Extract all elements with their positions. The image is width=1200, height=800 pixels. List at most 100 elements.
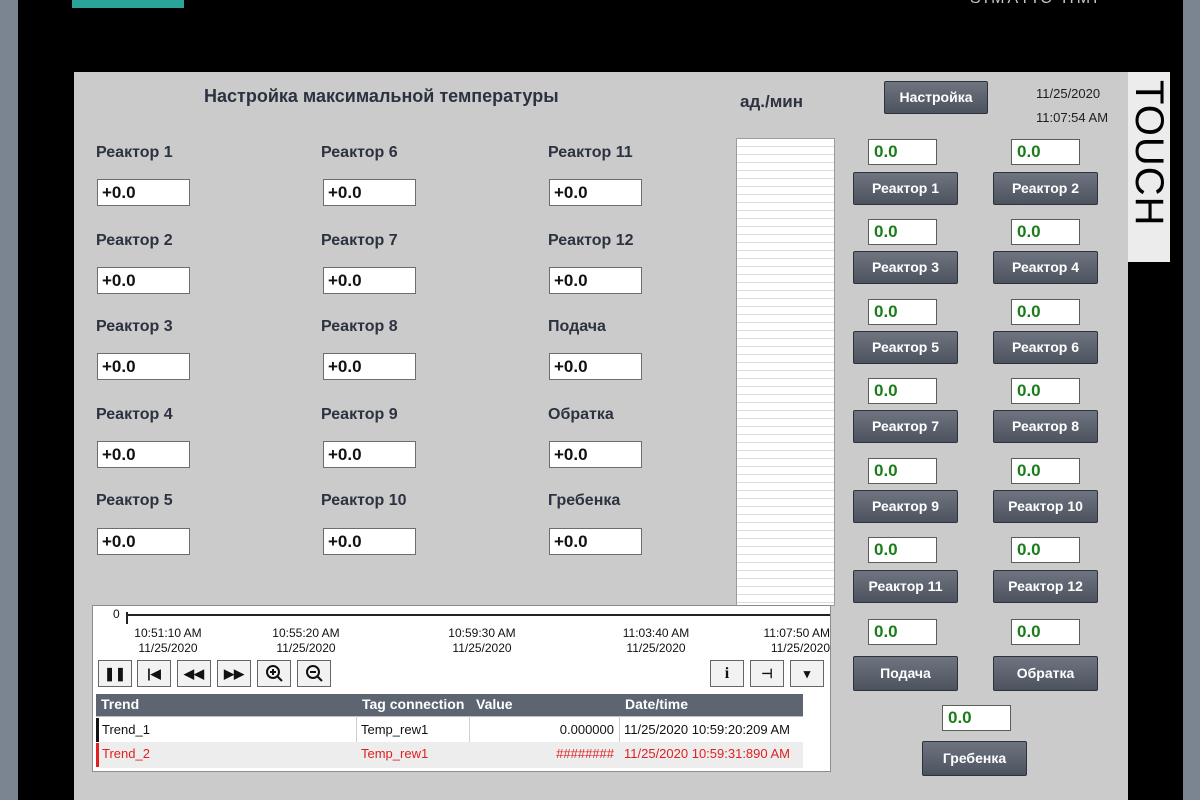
channel-button[interactable]: Реактор 11	[853, 570, 958, 603]
setpoint-label: Реактор 5	[96, 492, 173, 509]
channel-value: 0.0	[1011, 619, 1080, 645]
ruler-icon: ⊣	[761, 666, 773, 681]
rewind-icon: ◀◀	[184, 666, 204, 681]
channel-value: 0.0	[868, 219, 937, 245]
axis-tick-label: 10:55:20 AM 11/25/2020	[272, 626, 340, 655]
column-header: Trend	[101, 696, 140, 712]
first-page-button[interactable]: |◀	[137, 660, 171, 687]
setpoint-label: Реактор 3	[96, 318, 173, 335]
setpoint-input[interactable]: +0.0	[323, 528, 416, 555]
channel-value: 0.0	[942, 705, 1011, 731]
setpoint-input[interactable]: +0.0	[323, 441, 416, 468]
bezel-left	[0, 0, 18, 800]
current-date: 11/25/2020	[1036, 86, 1101, 101]
channel-button[interactable]: Гребенка	[922, 741, 1027, 776]
menu-button[interactable]: ▾	[790, 660, 824, 687]
page-title: Настройка максимальной температуры	[204, 86, 559, 106]
menu-icon: ▾	[803, 666, 811, 681]
forward-icon: ▶▶	[224, 666, 244, 681]
trend-value: 0.000000	[559, 722, 614, 737]
channel-value: 0.0	[868, 458, 937, 484]
axis-tick-label: 11:03:40 AM 11/25/2020	[622, 626, 690, 655]
setpoint-input[interactable]: +0.0	[549, 353, 642, 380]
channel-value: 0.0	[1011, 378, 1080, 404]
column-header: Date/time	[625, 696, 689, 712]
trend-tag: Temp_rew1	[361, 746, 429, 761]
channel-button[interactable]: Реактор 7	[853, 410, 958, 443]
setpoint-input[interactable]: +0.0	[323, 179, 416, 206]
channel-value: 0.0	[1011, 219, 1080, 245]
settings-button[interactable]: Настройка	[884, 81, 988, 114]
trend-datetime: 11/25/2020 10:59:31:890 AM	[624, 746, 791, 761]
setpoint-label: Обратка	[548, 406, 614, 423]
trend-axis-origin	[126, 612, 128, 624]
setpoint-label: Реактор 6	[321, 144, 398, 161]
bezel-right	[1183, 0, 1200, 800]
trend-datetime: 11/25/2020 10:59:20:209 AM	[624, 722, 791, 737]
rewind-button[interactable]: ◀◀	[177, 660, 211, 687]
channel-button[interactable]: Реактор 1	[853, 172, 958, 205]
trend-tag: Temp_rew1	[361, 722, 429, 737]
setpoint-input[interactable]: +0.0	[323, 267, 416, 294]
ruler-button[interactable]: ⊣	[750, 660, 784, 687]
zoom-in-icon	[266, 665, 283, 682]
setpoint-input[interactable]: +0.0	[97, 353, 190, 380]
setpoint-input[interactable]: +0.0	[323, 353, 416, 380]
trend-table-header: Trend Tag connection Value Date/time	[96, 694, 803, 716]
setpoint-label: Реактор 7	[321, 232, 398, 249]
channel-value: 0.0	[868, 139, 937, 165]
setpoint-label: Реактор 11	[548, 144, 633, 161]
info-icon: i	[724, 665, 730, 682]
channel-button[interactable]: Обратка	[993, 656, 1098, 691]
channel-button[interactable]: Реактор 8	[993, 410, 1098, 443]
trend-y-zero: 0	[113, 607, 120, 621]
setpoint-label: Реактор 4	[96, 406, 173, 423]
bar-graph	[736, 138, 835, 606]
channel-button[interactable]: Реактор 12	[993, 570, 1098, 603]
units-label: ад./мин	[740, 92, 803, 111]
channel-button[interactable]: Реактор 5	[853, 331, 958, 364]
axis-tick-label: 10:51:10 AM 11/25/2020	[134, 626, 202, 655]
touch-text: TOUCH	[1127, 80, 1171, 227]
channel-button[interactable]: Реактор 4	[993, 251, 1098, 284]
channel-value: 0.0	[1011, 139, 1080, 165]
column-header: Value	[476, 696, 513, 712]
setpoint-label: Реактор 1	[96, 144, 173, 161]
column-header: Tag connection	[362, 696, 465, 712]
trend-name: Trend_1	[102, 722, 150, 737]
zoom-in-button[interactable]	[257, 660, 291, 687]
info-button[interactable]: i	[710, 660, 744, 687]
axis-tick-label: 11:07:50 AM 11/25/2020	[763, 626, 831, 655]
setpoint-label: Гребенка	[548, 492, 621, 509]
zoom-out-icon	[306, 665, 323, 682]
channel-button[interactable]: Реактор 2	[993, 172, 1098, 205]
setpoint-input[interactable]: +0.0	[97, 528, 190, 555]
setpoint-input[interactable]: +0.0	[549, 267, 642, 294]
channel-button[interactable]: Реактор 6	[993, 331, 1098, 364]
channel-value: 0.0	[868, 299, 937, 325]
forward-button[interactable]: ▶▶	[217, 660, 251, 687]
setpoint-input[interactable]: +0.0	[549, 179, 642, 206]
channel-button[interactable]: Реактор 3	[853, 251, 958, 284]
setpoint-input[interactable]: +0.0	[97, 267, 190, 294]
setpoint-label: Реактор 12	[548, 232, 634, 249]
setpoint-label: Реактор 8	[321, 318, 398, 335]
channel-button[interactable]: Подача	[853, 656, 958, 691]
zoom-out-button[interactable]	[297, 660, 331, 687]
setpoint-input[interactable]: +0.0	[549, 441, 642, 468]
channel-button[interactable]: Реактор 10	[993, 490, 1098, 523]
setpoint-input[interactable]: +0.0	[97, 441, 190, 468]
setpoint-input[interactable]: +0.0	[549, 528, 642, 555]
table-divider	[96, 716, 803, 717]
channel-value: 0.0	[1011, 458, 1080, 484]
channel-value: 0.0	[1011, 299, 1080, 325]
channel-value: 0.0	[868, 619, 937, 645]
setpoint-label: Реактор 2	[96, 232, 173, 249]
setpoint-input[interactable]: +0.0	[97, 179, 190, 206]
axis-tick-label: 10:59:30 AM 11/25/2020	[448, 626, 516, 655]
setpoint-label: Реактор 9	[321, 406, 398, 423]
touch-label: TOUCH	[1127, 72, 1171, 262]
pause-button[interactable]: ❚❚	[98, 660, 132, 687]
brand-text: SIMATIC HMI	[970, 0, 1120, 8]
channel-button[interactable]: Реактор 9	[853, 490, 958, 523]
